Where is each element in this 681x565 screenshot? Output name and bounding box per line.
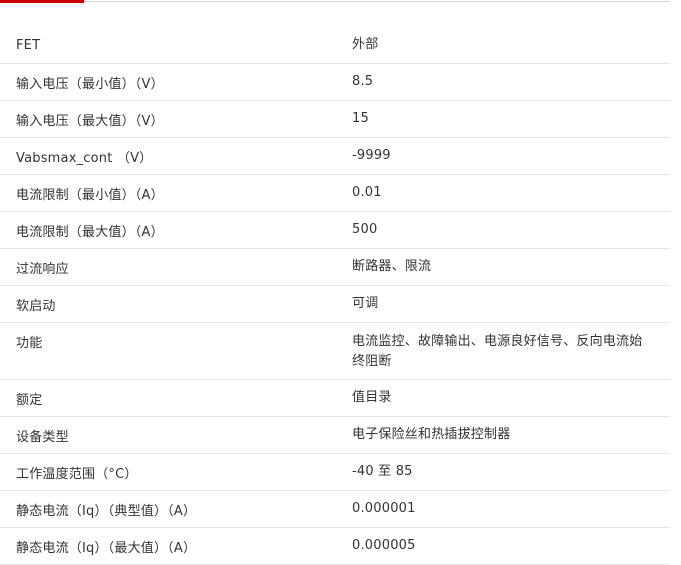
spec-value: 值目录 xyxy=(352,390,392,405)
spec-row-features: 功能 电流监控、故障输出、电源良好信号、反向电流始终阻断 xyxy=(0,323,670,380)
spec-row-ilim-min: 电流限制（最小值）（A） 0.01 xyxy=(0,175,670,212)
tab-bar-divider xyxy=(0,1,670,2)
spec-row-rating: 额定 值目录 xyxy=(0,380,670,417)
spec-label: 静态电流（Iq）（最大值）（A） xyxy=(16,540,197,556)
spec-row-vin-max: 输入电压（最大值）（V） 15 xyxy=(0,101,670,138)
spec-value: 0.01 xyxy=(352,185,382,200)
spec-label: 过流响应 xyxy=(16,261,69,277)
spec-value: 电流监控、故障输出、电源良好信号、反向电流始终阻断 xyxy=(352,334,643,369)
spec-table: FET 外部 输入电压（最小值）（V） 8.5 输入电压（最大值）（V） 15 … xyxy=(0,27,670,565)
spec-value: 15 xyxy=(352,111,369,126)
spec-value: 电子保险丝和热插拔控制器 xyxy=(352,427,511,442)
spec-row-vabsmax: Vabsmax_cont （V） -9999 xyxy=(0,138,670,175)
spec-value: -9999 xyxy=(352,148,391,163)
spec-label: 工作温度范围（°C） xyxy=(16,466,138,482)
spec-row-iq-max: 静态电流（Iq）（最大值）（A） 0.000005 xyxy=(0,528,670,565)
tab-bar xyxy=(0,0,670,3)
spec-label: 电流限制（最小值）（A） xyxy=(16,187,164,203)
spec-value: -40 至 85 xyxy=(352,464,413,479)
spec-row-temp-range: 工作温度范围（°C） -40 至 85 xyxy=(0,454,670,491)
spec-row-overcurrent: 过流响应 断路器、限流 xyxy=(0,249,670,286)
spec-label: 静态电流（Iq）（典型值）（A） xyxy=(16,503,197,519)
spec-value: 0.000001 xyxy=(352,501,416,516)
spec-label: 额定 xyxy=(16,392,43,408)
spec-label: 输入电压（最大值）（V） xyxy=(16,113,164,129)
spec-label: 输入电压（最小值）（V） xyxy=(16,76,164,92)
spec-row-ilim-max: 电流限制（最大值）（A） 500 xyxy=(0,212,670,249)
spec-value: 500 xyxy=(352,222,378,237)
spec-label: 功能 xyxy=(16,336,43,351)
spec-row-device-type: 设备类型 电子保险丝和热插拔控制器 xyxy=(0,417,670,454)
spec-value: 外部 xyxy=(352,37,379,52)
spec-label: 软启动 xyxy=(16,298,56,314)
spec-value: 8.5 xyxy=(352,74,374,89)
spec-row-iq-typ: 静态电流（Iq）（典型值）（A） 0.000001 xyxy=(0,491,670,528)
spec-row-softstart: 软启动 可调 xyxy=(0,286,670,323)
spec-row-fet: FET 外部 xyxy=(0,27,670,64)
spec-label: 设备类型 xyxy=(16,429,69,445)
spec-label: FET xyxy=(16,37,41,53)
spec-label: Vabsmax_cont （V） xyxy=(16,150,153,166)
spec-value: 断路器、限流 xyxy=(352,259,432,274)
spec-row-vin-min: 输入电压（最小值）（V） 8.5 xyxy=(0,64,670,101)
spec-value: 可调 xyxy=(352,296,379,311)
spec-label: 电流限制（最大值）（A） xyxy=(16,224,164,240)
spec-value: 0.000005 xyxy=(352,538,416,553)
active-tab-indicator[interactable] xyxy=(0,0,84,3)
